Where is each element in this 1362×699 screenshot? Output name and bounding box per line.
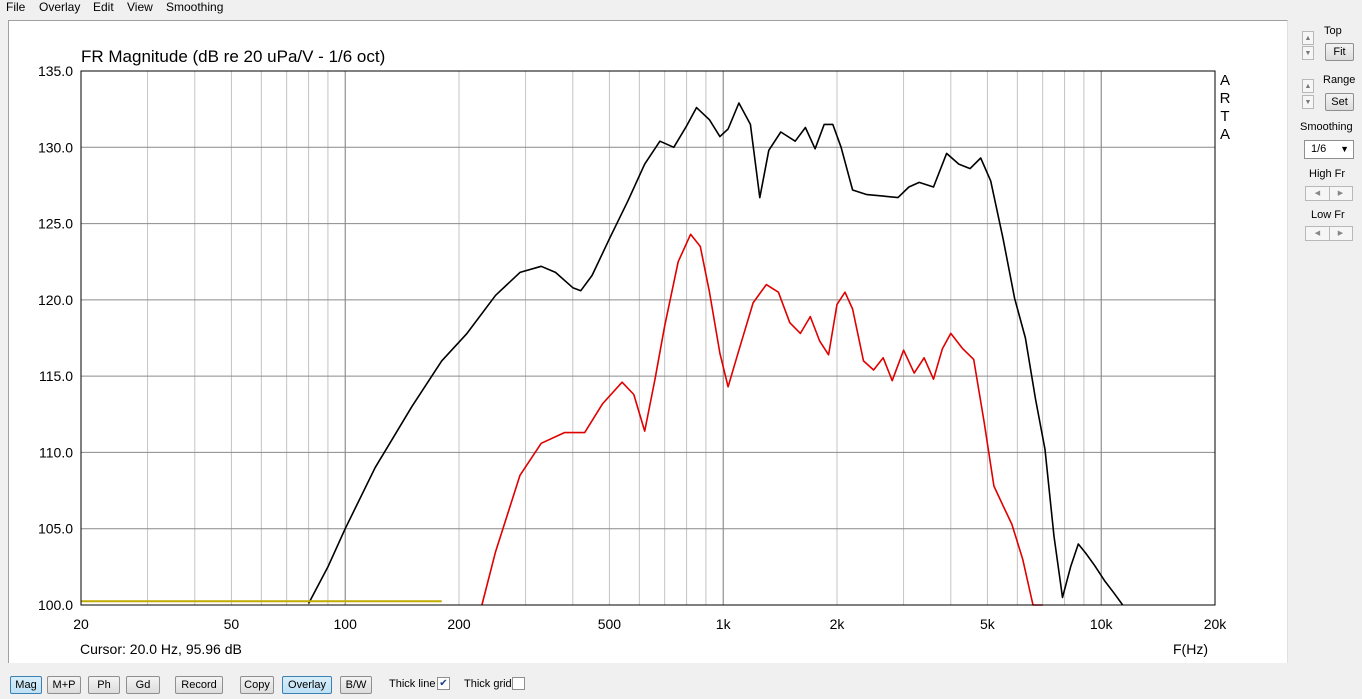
left-arrow-icon[interactable]: ◀ — [1306, 227, 1330, 240]
x-tick-label: 5k — [980, 616, 996, 632]
smoothing-label: Smoothing — [1300, 121, 1353, 133]
fr-magnitude-chart[interactable]: 100.0 105.0 110.0 115.0 120.0 125.0 130.0 135.0… — [9, 21, 1287, 663]
top-up-arrow[interactable]: ▲ — [1302, 31, 1314, 45]
graph-panel[interactable]: 100.0 105.0 110.0 115.0 120.0 125.0 130.0 135.0… — [8, 20, 1288, 663]
y-tick-label: 105.0 — [38, 521, 73, 537]
series-line-1 — [307, 102, 1124, 606]
arta-watermark-letter: A — [1220, 126, 1230, 143]
y-tick-label: 120.0 — [38, 292, 73, 308]
chevron-down-icon: ▼ — [1340, 144, 1349, 154]
chart-title: FR Magnitude (dB re 20 uPa/V - 1/6 oct) — [81, 47, 385, 66]
mag-button[interactable]: Mag — [10, 676, 42, 694]
x-tick-label: 50 — [224, 616, 240, 632]
cursor-readout: Cursor: 20.0 Hz, 95.96 dB — [80, 641, 242, 657]
top-label: Top — [1324, 25, 1342, 37]
x-tick-label: 10k — [1090, 616, 1114, 632]
x-tick-label: 1k — [716, 616, 732, 632]
thick-grid-checkbox[interactable] — [512, 677, 525, 690]
mp-button[interactable]: M+P — [47, 676, 81, 694]
smoothing-value: 1/6 — [1311, 143, 1327, 155]
menu-smoothing[interactable]: Smoothing — [166, 0, 223, 14]
arta-watermark-letter: T — [1220, 108, 1229, 125]
low-fr-stepper[interactable]: ◀ ▶ — [1305, 226, 1353, 241]
menu-overlay[interactable]: Overlay — [39, 0, 80, 14]
y-tick-label: 125.0 — [38, 216, 73, 232]
menu-view[interactable]: View — [127, 0, 153, 14]
smoothing-select[interactable]: 1/6 ▼ — [1304, 140, 1354, 159]
right-arrow-icon[interactable]: ▶ — [1329, 227, 1352, 240]
gd-button[interactable]: Gd — [126, 676, 160, 694]
x-tick-label: 20k — [1204, 616, 1228, 632]
menu-bar: File Overlay Edit View Smoothing — [0, 0, 1362, 16]
low-fr-label: Low Fr — [1311, 209, 1345, 221]
range-down-arrow[interactable]: ▼ — [1302, 95, 1314, 109]
menu-edit[interactable]: Edit — [93, 0, 114, 14]
x-tick-label: 100 — [334, 616, 358, 632]
top-down-arrow[interactable]: ▼ — [1302, 46, 1314, 60]
thick-line-label: Thick line — [389, 678, 436, 690]
plot-frame — [80, 70, 1216, 606]
overlay-button[interactable]: Overlay — [282, 676, 332, 694]
thick-grid-label: Thick grid — [464, 678, 512, 690]
bw-button[interactable]: B/W — [340, 676, 372, 694]
arta-watermark-letter: A — [1220, 72, 1230, 89]
range-up-arrow[interactable]: ▲ — [1302, 79, 1314, 93]
record-button[interactable]: Record — [175, 676, 223, 694]
thick-line-checkbox[interactable]: ✔ — [437, 677, 450, 690]
high-fr-label: High Fr — [1309, 168, 1346, 180]
copy-button[interactable]: Copy — [240, 676, 274, 694]
x-tick-label: 500 — [598, 616, 622, 632]
y-tick-label: 115.0 — [39, 368, 73, 384]
y-tick-label: 100.0 — [38, 597, 73, 613]
menu-file[interactable]: File — [6, 0, 25, 14]
right-arrow-icon[interactable]: ▶ — [1329, 187, 1352, 200]
series-line-2 — [481, 233, 1043, 606]
ph-button[interactable]: Ph — [88, 676, 120, 694]
y-tick-label: 130.0 — [38, 139, 73, 155]
y-tick-label: 135.0 — [38, 63, 73, 79]
x-tick-label: 2k — [830, 616, 846, 632]
set-button[interactable]: Set — [1325, 93, 1354, 111]
high-fr-stepper[interactable]: ◀ ▶ — [1305, 186, 1353, 201]
range-label: Range — [1323, 74, 1356, 86]
left-arrow-icon[interactable]: ◀ — [1306, 187, 1330, 200]
arta-watermark-letter: R — [1220, 90, 1231, 107]
x-tick-label: 200 — [447, 616, 471, 632]
x-tick-label: 20 — [73, 616, 89, 632]
x-axis-label: F(Hz) — [1173, 641, 1208, 657]
fit-button[interactable]: Fit — [1325, 43, 1354, 61]
y-tick-label: 110.0 — [39, 444, 73, 460]
